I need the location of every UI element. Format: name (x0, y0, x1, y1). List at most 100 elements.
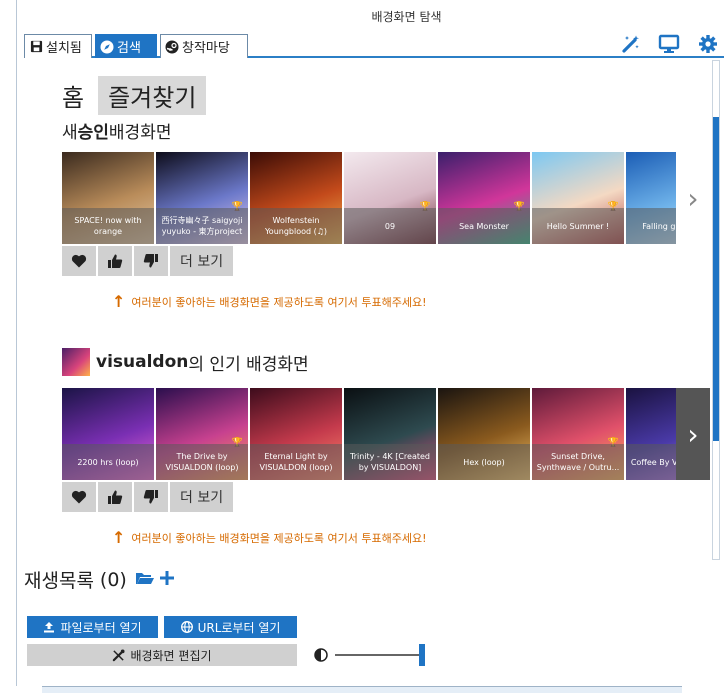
wallpaper-caption: Trinity - 4K [Created by VISUALDON] (344, 444, 436, 480)
nav-home[interactable]: 홈 (62, 78, 84, 113)
author-avatar[interactable] (62, 348, 90, 376)
wallpaper-thumbnail[interactable]: Hex (loop) (438, 388, 530, 480)
globe-icon (180, 621, 193, 633)
wallpaper-thumbnail[interactable]: 🏆 Sunset Drive, Synthwave / Outru... (532, 388, 624, 480)
section-author-title: visualdon 의 인기 배경화면 (62, 348, 309, 376)
volume-slider-track[interactable] (335, 654, 423, 656)
chevron-right-icon: › (687, 417, 699, 451)
scrollbar-thumb[interactable] (713, 117, 719, 441)
thumbs-down-icon (143, 490, 158, 504)
gear-icon (699, 35, 717, 53)
monitor-icon (658, 34, 680, 53)
arrow-up-icon: ↑ (112, 292, 126, 311)
favorite-button[interactable] (62, 246, 96, 276)
steam-icon (165, 40, 179, 54)
breadcrumb: 홈 즐겨찾기 (62, 76, 207, 115)
favorite-button[interactable] (62, 482, 96, 512)
thumbs-down-icon (143, 254, 158, 268)
wallpaper-caption: Falling girl 少女 (626, 208, 676, 244)
see-more-button[interactable]: 더 보기 (170, 246, 234, 276)
thumbs-up-icon (108, 490, 123, 504)
wand-button[interactable] (620, 33, 642, 55)
open-from-url-button[interactable]: URL로부터 열기 (164, 616, 297, 638)
wallpaper-thumbnail[interactable]: 🏆 09 (344, 152, 436, 244)
wallpaper-thumbnail[interactable]: 🏆 西行寺幽々子 saigyoji yuyuko - 東方project (156, 152, 248, 244)
wallpaper-thumbnail[interactable]: SPACE! now with orange (62, 152, 154, 244)
arrow-up-icon: ↑ (112, 528, 126, 547)
tab-bar: 설치됨 검색 창작마당 (24, 32, 724, 58)
vote-hint[interactable]: ↑ 여러분이 좋아하는 배경화면을 제공하도록 여기서 투표해주세요! (112, 528, 427, 547)
tab-installed[interactable]: 설치됨 (24, 34, 92, 58)
title-suffix: 배경화면 (108, 123, 172, 143)
author-name[interactable]: visualdon (96, 352, 188, 372)
tab-installed-label: 설치됨 (46, 41, 82, 56)
tools-icon (113, 648, 125, 661)
new-wallpapers-row: SPACE! now with orange 🏆 西行寺幽々子 saigyoji y… (62, 152, 676, 244)
playlist-header: 재생목록 (0) (24, 566, 175, 593)
open-from-url-label: URL로부터 열기 (197, 620, 281, 635)
chevron-right-icon: › (687, 181, 699, 215)
author-wallpapers-row: 2200 hrs (loop) 🏆 The Drive by VISUALDON (… (62, 388, 676, 480)
tab-search[interactable]: 검색 (95, 34, 157, 58)
wallpaper-caption: 09 (344, 208, 436, 244)
row2-actions: 더 보기 (62, 482, 234, 512)
wallpaper-caption: Hello Summer ! (532, 208, 624, 244)
wallpaper-caption: Sunset Drive, Synthwave / Outru... (532, 444, 624, 480)
wallpaper-caption: Wolfenstein Youngblood (♫) (250, 208, 342, 244)
wallpaper-thumbnail[interactable]: Trinity - 4K [Created by VISUALDON] (344, 388, 436, 480)
nav-favorites[interactable]: 즐겨찾기 (98, 76, 207, 115)
heart-icon (71, 254, 87, 268)
wallpaper-editor-label: 배경화면 편집기 (130, 648, 212, 663)
title-suffix: 의 인기 배경화면 (188, 354, 309, 375)
wallpaper-caption: The Drive by VISUALDON (loop) (156, 444, 248, 480)
tab-search-label: 검색 (117, 41, 141, 56)
vertical-scrollbar[interactable] (712, 60, 720, 560)
save-icon (29, 40, 43, 54)
row2-next-button[interactable]: › (676, 388, 710, 480)
see-more-button[interactable]: 더 보기 (170, 482, 234, 512)
wallpaper-caption: Hex (loop) (438, 444, 530, 480)
title-prefix: 새 (62, 123, 78, 143)
upload-icon (44, 622, 55, 633)
background-window-peek (42, 686, 682, 693)
dislike-button[interactable] (134, 482, 168, 512)
wallpaper-caption: Coffee By VISUALDO (626, 444, 676, 480)
like-button[interactable] (98, 246, 132, 276)
wallpaper-caption: Eternal Light by VISUALDON (loop) (250, 444, 342, 480)
vote-hint[interactable]: ↑ 여러분이 좋아하는 배경화면을 제공하도록 여기서 투표해주세요! (112, 292, 427, 311)
row1-next-button[interactable]: › (676, 152, 710, 244)
section-new-approved-title: 새 승인 배경화면 (62, 118, 171, 143)
playlist-count: (0) (99, 568, 127, 591)
open-from-file-button[interactable]: 파일로부터 열기 (27, 616, 158, 638)
monitor-button[interactable] (658, 33, 680, 55)
compass-icon (100, 40, 114, 54)
open-folder-button[interactable] (135, 569, 155, 591)
wallpaper-thumbnail[interactable]: Eternal Light by VISUALDON (loop) (250, 388, 342, 480)
wallpaper-thumbnail[interactable]: 🏆 Sea Monster (438, 152, 530, 244)
settings-button[interactable] (697, 33, 719, 55)
wallpaper-caption: SPACE! now with orange (62, 208, 154, 244)
title-bold: 승인 (77, 123, 109, 143)
playlist-label: 재생목록 (24, 570, 94, 592)
dislike-button[interactable] (134, 246, 168, 276)
tab-workshop-label: 창작마당 (182, 41, 230, 56)
folder-open-icon (135, 572, 154, 584)
wand-icon (622, 35, 639, 53)
heart-icon (71, 490, 87, 504)
wallpaper-thumbnail[interactable]: Coffee By VISUALDO (626, 388, 676, 480)
wallpaper-thumbnail[interactable]: 🏆 The Drive by VISUALDON (loop) (156, 388, 248, 480)
wallpaper-thumbnail[interactable]: Falling girl 少女 (626, 152, 676, 244)
add-playlist-button[interactable] (159, 569, 175, 591)
wallpaper-thumbnail[interactable]: Wolfenstein Youngblood (♫) (250, 152, 342, 244)
like-button[interactable] (98, 482, 132, 512)
wallpaper-thumbnail[interactable]: 2200 hrs (loop) (62, 388, 154, 480)
tab-workshop[interactable]: 창작마당 (160, 34, 248, 58)
vote-hint-text: 여러분이 좋아하는 배경화면을 제공하도록 여기서 투표해주세요! (131, 295, 427, 309)
wallpaper-editor-button[interactable]: 배경화면 편집기 (27, 644, 297, 666)
wallpaper-thumbnail[interactable]: 🏆 Hello Summer ! (532, 152, 624, 244)
wallpaper-caption: 2200 hrs (loop) (62, 444, 154, 480)
wallpaper-browser-window: 배경화면 탐색 설치됨 검색 창작마당 홈 즐겨찾기 새 승인 배경화면 SPA… (16, 0, 724, 686)
volume-slider-handle[interactable] (419, 644, 425, 666)
contrast-icon (314, 648, 328, 662)
window-title: 배경화면 탐색 (371, 10, 442, 24)
